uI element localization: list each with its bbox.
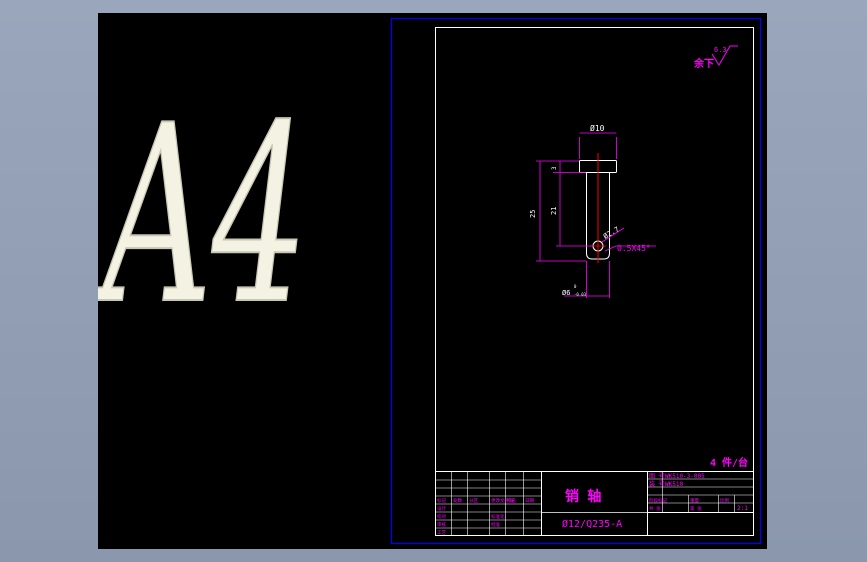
inner-frame bbox=[435, 27, 754, 536]
role-label-0: 设计 bbox=[437, 505, 446, 512]
sheet-size-label: A4 bbox=[98, 72, 309, 359]
role-label-3: 工艺 bbox=[437, 530, 446, 536]
assembly-no: WK510 bbox=[665, 481, 683, 488]
right-label-0: 阶段标记 bbox=[649, 497, 667, 504]
right-label-1: 重量 bbox=[690, 497, 699, 504]
roughness-value: 6.3 bbox=[714, 46, 727, 54]
left-label-2: 分区 bbox=[469, 497, 478, 504]
right-label-2: 比例 bbox=[720, 497, 729, 504]
cad-viewport[interactable]: A4 余下 6.3 Ø10 25 3 21 Ø2.7 0.5X45° Ø6 0 … bbox=[98, 13, 767, 549]
sheet-size-text: A4 bbox=[98, 73, 308, 358]
dim-shank-diameter: Ø6 bbox=[562, 289, 570, 297]
role-label-2: 审核 bbox=[437, 521, 446, 528]
drawing-no: WK510-3-005 bbox=[665, 473, 705, 480]
roughness-symbol: 余下 6.3 bbox=[693, 45, 738, 70]
left-label-0: 标记 bbox=[437, 497, 446, 504]
role-label-4: 标准化 bbox=[491, 513, 505, 520]
title-block: 销 轴 Ø12/Q235-A 图 号 WK510-3-005 装 号 WK510… bbox=[435, 471, 754, 536]
drawing-no-label: 图 号 bbox=[649, 473, 665, 480]
dim-head-diameter: Ø10 bbox=[590, 123, 605, 133]
dim-hole-diameter: Ø2.7 bbox=[602, 225, 621, 240]
dim-head-height: 3 bbox=[551, 166, 558, 170]
dim-shank-length: 21 bbox=[550, 207, 558, 215]
dim-chamfer: 0.5X45° bbox=[617, 244, 651, 253]
material: Ø12/Q235-A bbox=[562, 518, 622, 530]
left-label-5: 日期 bbox=[525, 498, 534, 504]
dim-tolerance-lower: -0.03 bbox=[574, 292, 587, 297]
dimension-texts: Ø10 25 3 21 Ø2.7 0.5X45° Ø6 0 -0.03 bbox=[529, 123, 651, 297]
outer-border bbox=[390, 17, 762, 545]
part-name: 销 轴 bbox=[565, 488, 601, 505]
assembly-label: 装 号 bbox=[649, 480, 665, 488]
role-label-5: 批准 bbox=[491, 521, 500, 528]
dim-tolerance-upper: 0 bbox=[574, 284, 577, 289]
dim-total-length: 25 bbox=[529, 210, 537, 218]
left-label-1: 处数 bbox=[453, 497, 462, 504]
left-label-4: 签名 bbox=[507, 497, 516, 504]
quantity-note: 4 件/台 bbox=[710, 456, 748, 469]
scale-value: 2:1 bbox=[737, 505, 748, 512]
role-label-1: 校对 bbox=[437, 513, 446, 520]
roughness-label: 余下 bbox=[693, 57, 714, 70]
right-label-4: 第 张 bbox=[690, 505, 702, 512]
cad-drawing-canvas: A4 余下 6.3 Ø10 25 3 21 Ø2.7 0.5X45° Ø6 0 … bbox=[98, 17, 762, 545]
right-label-3: 共 张 bbox=[649, 505, 661, 512]
pin-part bbox=[579, 153, 617, 263]
